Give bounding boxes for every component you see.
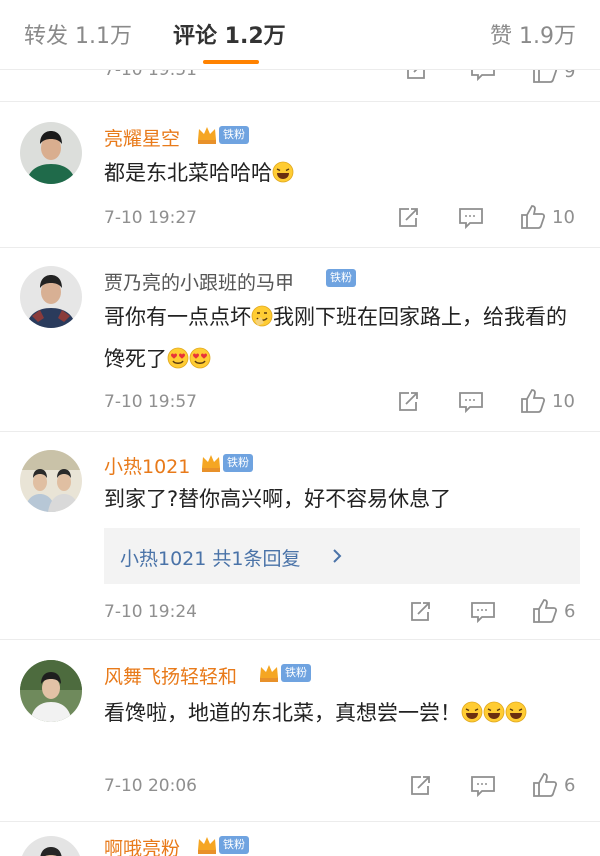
comment-text-content: 都是东北菜哈哈哈 xyxy=(104,161,272,185)
laugh-emoji-icon xyxy=(272,161,294,183)
like-button[interactable]: 6 xyxy=(532,772,575,798)
user-badges: 铁粉 xyxy=(258,662,311,684)
thumbs-up-icon xyxy=(533,70,558,83)
like-count: 6 xyxy=(564,600,576,622)
like-count: 9 xyxy=(564,70,576,82)
comment-button[interactable] xyxy=(458,390,484,414)
fan-badge: 铁粉 xyxy=(219,836,249,854)
comment-button[interactable] xyxy=(470,600,496,624)
tab-likes[interactable]: 赞 1.9万 xyxy=(490,18,576,50)
like-count: 10 xyxy=(552,206,575,228)
share-icon xyxy=(399,208,418,227)
comment-time: 7-10 19:27 xyxy=(104,208,197,228)
comment-icon xyxy=(459,208,483,230)
comment-button[interactable] xyxy=(470,70,496,82)
previous-comment-footer: 7-10 19:51 9 xyxy=(0,70,600,102)
comment-icon xyxy=(459,392,483,414)
user-badges: 铁粉 xyxy=(196,124,249,146)
comment-text: 哥你有一点点坏 我刚下班在回家路上，给我看的馋死了 xyxy=(104,296,584,380)
heart-eyes-emoji-icon xyxy=(167,347,189,369)
like-button[interactable]: 9 xyxy=(532,70,575,84)
reply-summary-text: 小热1021 共1条回复 xyxy=(120,548,301,570)
crown-icon xyxy=(198,127,216,144)
user-badges: 铁粉 xyxy=(196,834,249,856)
tab-repost[interactable]: 转发 1.1万 xyxy=(24,18,132,50)
laugh-emoji-icon xyxy=(505,701,527,723)
comment-icon xyxy=(471,602,495,624)
share-button[interactable] xyxy=(404,70,428,82)
thumbs-up-icon xyxy=(521,205,546,229)
grin-emoji-icon xyxy=(251,305,273,327)
like-button[interactable]: 6 xyxy=(532,598,575,624)
chevron-right-icon xyxy=(333,549,342,563)
comment-time: 7-10 19:57 xyxy=(104,392,197,412)
comment-text: 都是东北菜哈哈哈 xyxy=(104,152,584,194)
comment-icon xyxy=(471,776,495,798)
username[interactable]: 小热1021 xyxy=(104,452,190,479)
comment-icon xyxy=(471,70,495,82)
share-button[interactable] xyxy=(408,600,432,624)
comment-text-content: 到家了?替你高兴啊，好不容易休息了 xyxy=(104,487,452,511)
comment-text-content: 哥你有一点点坏 xyxy=(104,305,251,329)
username[interactable]: 贾乃亮的小跟班的马甲 xyxy=(104,268,294,295)
comment-text-content: 看馋啦，地道的东北菜，真想尝一尝！ xyxy=(104,701,461,725)
like-button[interactable]: 10 xyxy=(520,204,575,230)
fan-badge: 铁粉 xyxy=(326,269,356,287)
avatar[interactable] xyxy=(20,266,82,328)
comment-item: 贾乃亮的小跟班的马甲 铁粉 哥你有一点点坏 我刚下班在回家路上，给我看的馋死了 7… xyxy=(0,248,600,432)
user-badges: 铁粉 xyxy=(326,269,356,287)
crown-icon xyxy=(202,455,220,472)
like-count: 10 xyxy=(552,390,575,412)
username[interactable]: 亮耀星空 xyxy=(104,124,180,151)
user-badges: 铁粉 xyxy=(200,452,253,474)
comment-item: 小热1021 铁粉 到家了?替你高兴啊，好不容易休息了 小热1021 共1条回复… xyxy=(0,432,600,640)
heart-eyes-emoji-icon xyxy=(189,347,211,369)
comment-time: 7-10 19:24 xyxy=(104,602,197,622)
crown-icon xyxy=(198,837,216,854)
comment-time: 7-10 20:06 xyxy=(104,776,197,796)
comment-text: 看馋啦，地道的东北菜，真想尝一尝！ xyxy=(104,692,584,734)
share-icon xyxy=(411,776,430,795)
share-icon xyxy=(411,602,430,621)
fan-badge: 铁粉 xyxy=(223,454,253,472)
like-count: 6 xyxy=(564,774,576,796)
comment-item: 啊哦亮粉 铁粉 xyxy=(0,822,600,856)
avatar[interactable] xyxy=(20,660,82,722)
laugh-emoji-icon xyxy=(461,701,483,723)
reply-summary[interactable]: 小热1021 共1条回复 xyxy=(104,528,580,584)
comment-item: 亮耀星空 铁粉 都是东北菜哈哈哈 7-10 19:27 10 xyxy=(0,102,600,248)
crown-icon xyxy=(260,665,278,682)
comment-button[interactable] xyxy=(470,774,496,798)
thumbs-up-icon xyxy=(533,773,558,797)
avatar[interactable] xyxy=(20,122,82,184)
comment-tabs: 转发 1.1万 评论 1.2万 赞 1.9万 xyxy=(0,0,600,70)
share-button[interactable] xyxy=(396,390,420,414)
active-tab-indicator xyxy=(203,60,259,64)
comment-button[interactable] xyxy=(458,206,484,230)
fan-badge: 铁粉 xyxy=(281,664,311,682)
tab-comments[interactable]: 评论 1.2万 xyxy=(173,18,286,50)
comment-text: 到家了?替你高兴啊，好不容易休息了 xyxy=(104,478,584,520)
thumbs-up-icon xyxy=(521,389,546,413)
share-icon xyxy=(407,70,425,79)
avatar[interactable] xyxy=(20,450,82,512)
fan-badge: 铁粉 xyxy=(219,126,249,144)
laugh-emoji-icon xyxy=(483,701,505,723)
username[interactable]: 风舞飞扬轻轻和 xyxy=(104,662,237,689)
username[interactable]: 啊哦亮粉 xyxy=(104,834,180,856)
comment-item: 风舞飞扬轻轻和 铁粉 看馋啦，地道的东北菜，真想尝一尝！ 7-10 20:06 … xyxy=(0,640,600,822)
share-button[interactable] xyxy=(396,206,420,230)
share-icon xyxy=(399,392,418,411)
comment-time: 7-10 19:51 xyxy=(104,70,197,80)
like-button[interactable]: 10 xyxy=(520,388,575,414)
thumbs-up-icon xyxy=(533,599,558,623)
share-button[interactable] xyxy=(408,774,432,798)
avatar[interactable] xyxy=(20,836,82,856)
